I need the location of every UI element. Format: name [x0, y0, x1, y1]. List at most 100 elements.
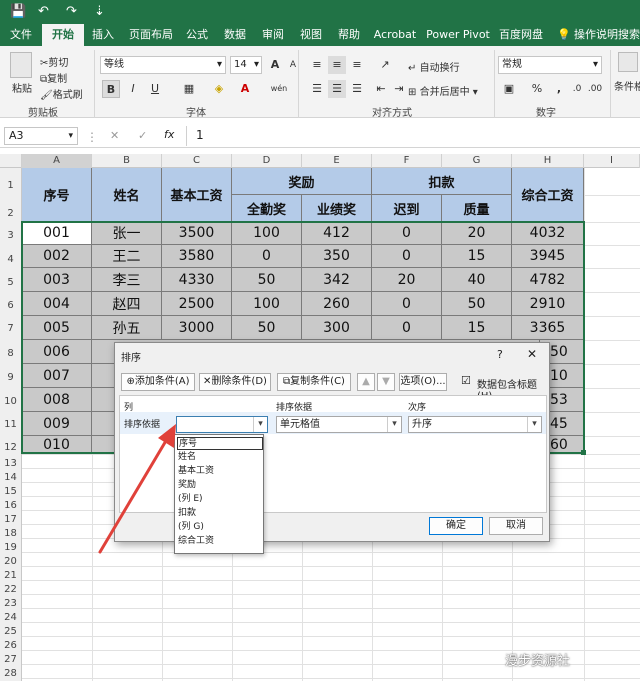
- cancel-button[interactable]: 取消: [489, 517, 543, 535]
- cell-quality[interactable]: 50: [442, 292, 512, 316]
- cut-button[interactable]: ✂剪切: [40, 54, 68, 69]
- cell-performance-bonus[interactable]: 342: [302, 268, 372, 292]
- copy-button[interactable]: ⧉复制: [40, 70, 67, 85]
- row-header[interactable]: 4: [0, 254, 21, 265]
- close-icon[interactable]: ✕: [527, 347, 537, 361]
- row-header[interactable]: 1: [0, 180, 21, 191]
- order-select[interactable]: 升序 ▾: [408, 416, 542, 433]
- comma-button[interactable]: ,: [550, 80, 568, 98]
- row-header[interactable]: 26: [0, 640, 21, 651]
- column-header-b[interactable]: B: [92, 154, 162, 168]
- row-header[interactable]: 17: [0, 514, 21, 525]
- tab-home[interactable]: 开始: [42, 24, 84, 46]
- cell-attendance-bonus[interactable]: 50: [232, 268, 302, 292]
- row-header[interactable]: 19: [0, 542, 21, 553]
- font-shrink-button[interactable]: A: [284, 56, 302, 74]
- row-header[interactable]: 16: [0, 500, 21, 511]
- row-header[interactable]: 12: [0, 442, 21, 453]
- font-grow-button[interactable]: A: [266, 56, 284, 74]
- row-header[interactable]: 22: [0, 584, 21, 595]
- percent-button[interactable]: %: [528, 80, 546, 98]
- cell-base-salary[interactable]: 3580: [162, 245, 232, 268]
- dropdown-option[interactable]: 扣款: [177, 507, 263, 520]
- tell-me-search[interactable]: 操作说明搜索: [574, 24, 640, 46]
- italic-button[interactable]: I: [124, 80, 142, 98]
- cell-total-salary[interactable]: 3945: [512, 245, 584, 268]
- row-header[interactable]: 6: [0, 300, 21, 311]
- cell-quality[interactable]: 15: [442, 316, 512, 340]
- cell-performance-bonus[interactable]: 350: [302, 245, 372, 268]
- conditional-format-icon[interactable]: [618, 52, 638, 72]
- header-late[interactable]: 迟到: [372, 195, 442, 222]
- row-header[interactable]: 11: [0, 419, 21, 430]
- cell-name[interactable]: 赵四: [92, 292, 162, 316]
- cell-performance-bonus[interactable]: 412: [302, 222, 372, 245]
- increase-indent-icon[interactable]: ⇥: [390, 80, 408, 98]
- tab-insert[interactable]: 插入: [86, 24, 120, 46]
- row-header[interactable]: 15: [0, 486, 21, 497]
- align-left-icon[interactable]: ☰: [308, 80, 326, 98]
- header-bonus[interactable]: 奖励: [232, 168, 372, 195]
- underline-button[interactable]: U: [146, 80, 164, 98]
- cell-base-salary[interactable]: 4330: [162, 268, 232, 292]
- cell-base-salary[interactable]: 3500: [162, 222, 232, 245]
- dropdown-option[interactable]: 奖励: [177, 479, 263, 492]
- row-header[interactable]: 24: [0, 612, 21, 623]
- align-bottom-icon[interactable]: ≡: [348, 56, 366, 74]
- cell-seq[interactable]: 005: [22, 316, 92, 340]
- cell-base-salary[interactable]: 3000: [162, 316, 232, 340]
- cell-performance-bonus[interactable]: 260: [302, 292, 372, 316]
- copy-level-button[interactable]: ⧉复制条件(C): [277, 373, 351, 391]
- header-performance-bonus[interactable]: 业绩奖: [302, 195, 372, 222]
- decrease-decimal-icon[interactable]: .00: [586, 80, 604, 98]
- font-color-button[interactable]: A: [236, 80, 254, 98]
- format-painter-button[interactable]: 🖌格式刷: [40, 86, 83, 101]
- tab-power-pivot[interactable]: Power Pivot: [426, 24, 490, 46]
- tab-view[interactable]: 视图: [294, 24, 328, 46]
- cell-attendance-bonus[interactable]: 0: [232, 245, 302, 268]
- row-header[interactable]: 2: [0, 208, 21, 219]
- merge-center-button[interactable]: ⊞ 合并后居中 ▾: [408, 83, 478, 98]
- align-right-icon[interactable]: ☰: [348, 80, 366, 98]
- cell-total-salary[interactable]: 2910: [512, 292, 584, 316]
- cell-name[interactable]: 张一: [92, 222, 162, 245]
- save-icon[interactable]: 💾: [10, 3, 26, 21]
- cell-seq[interactable]: 007: [22, 364, 92, 388]
- column-header-c[interactable]: C: [162, 154, 232, 168]
- paste-button[interactable]: 粘贴: [12, 80, 32, 95]
- paste-icon[interactable]: [10, 52, 32, 78]
- column-header-d[interactable]: D: [232, 154, 302, 168]
- bold-button[interactable]: B: [102, 80, 120, 98]
- row-header[interactable]: 21: [0, 570, 21, 581]
- wrap-text-button[interactable]: ↵ 自动换行: [408, 59, 460, 74]
- column-header-i[interactable]: I: [584, 154, 640, 168]
- cell-quality[interactable]: 15: [442, 245, 512, 268]
- row-header[interactable]: 28: [0, 668, 21, 679]
- font-name-select[interactable]: 等线 ▾: [100, 56, 226, 74]
- tab-file[interactable]: 文件: [4, 24, 38, 46]
- orientation-icon[interactable]: ↗: [376, 56, 394, 74]
- column-header-f[interactable]: F: [372, 154, 442, 168]
- tab-page-layout[interactable]: 页面布局: [124, 24, 178, 46]
- number-format-select[interactable]: 常规 ▾: [498, 56, 602, 74]
- tab-review[interactable]: 审阅: [256, 24, 290, 46]
- cell-attendance-bonus[interactable]: 50: [232, 316, 302, 340]
- cell-seq[interactable]: 003: [22, 268, 92, 292]
- options-button[interactable]: 选项(O)...: [399, 373, 447, 391]
- help-button[interactable]: ?: [497, 348, 503, 361]
- column-header-g[interactable]: G: [442, 154, 512, 168]
- cell-seq[interactable]: 004: [22, 292, 92, 316]
- decrease-indent-icon[interactable]: ⇤: [372, 80, 390, 98]
- cell-seq[interactable]: 006: [22, 340, 92, 364]
- cell-name[interactable]: 王二: [92, 245, 162, 268]
- fill-color-icon[interactable]: ◈: [210, 80, 228, 98]
- header-deduction[interactable]: 扣款: [372, 168, 512, 195]
- cell-seq[interactable]: 009: [22, 412, 92, 436]
- row-header[interactable]: 9: [0, 372, 21, 383]
- redo-icon[interactable]: ↷: [66, 3, 77, 21]
- customize-quick-access-icon[interactable]: ⇣: [94, 3, 105, 21]
- align-middle-icon[interactable]: ≡: [328, 56, 346, 74]
- cell-quality[interactable]: 40: [442, 268, 512, 292]
- insert-function-icon[interactable]: fx: [164, 128, 174, 141]
- align-center-icon[interactable]: ☰: [328, 80, 346, 98]
